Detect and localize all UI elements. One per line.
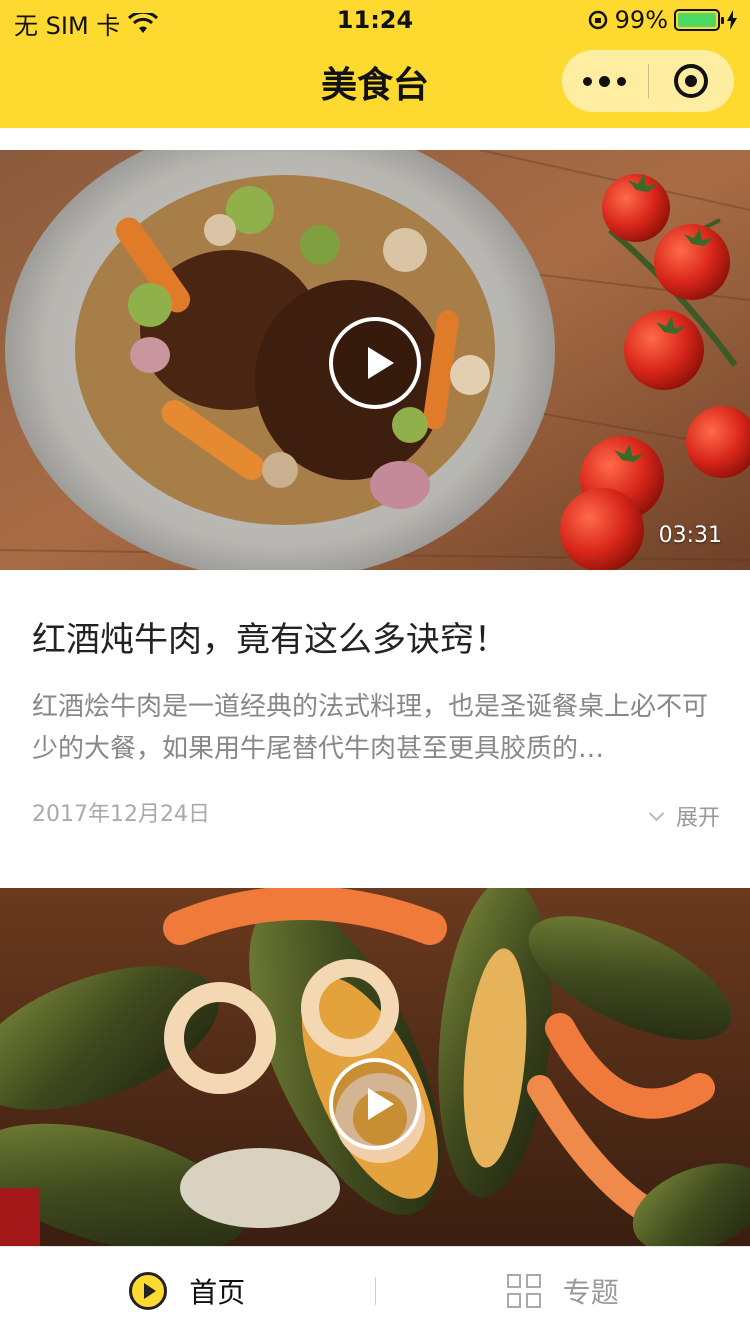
video-duration: 03:31 [658, 523, 722, 548]
card-gap [0, 850, 750, 888]
tab-topics[interactable]: 专题 [376, 1247, 750, 1334]
more-dot-icon [583, 76, 593, 86]
grid-icon [506, 1273, 541, 1308]
chevron-down-icon [648, 805, 665, 821]
video-thumbnail[interactable] [0, 888, 750, 1246]
play-icon[interactable] [329, 317, 421, 409]
tab-topics-label: 专题 [562, 1275, 619, 1309]
more-dot-icon [599, 75, 611, 87]
more-button[interactable] [562, 75, 648, 87]
article-description: 红酒烩牛肉是一道经典的法式料理，也是圣诞餐桌上必不可少的大餐，如果用牛尾替代牛肉… [32, 692, 709, 764]
play-circle-icon [129, 1271, 168, 1310]
top-bar: 无 SIM 卡 11:24 99% 美食台 [0, 0, 750, 128]
expand-label: 展开 [675, 806, 720, 831]
tab-home[interactable]: 首页 [0, 1247, 375, 1334]
status-bar: 无 SIM 卡 11:24 99% [0, 0, 750, 40]
battery-fill [678, 13, 716, 27]
expand-button[interactable]: 展开 [648, 800, 720, 832]
charging-icon [727, 10, 737, 30]
article-date: 2017年12月24日 [32, 802, 210, 827]
miniprogram-capsule [562, 50, 734, 112]
play-icon[interactable] [329, 1058, 421, 1150]
battery-icon [674, 9, 724, 31]
video-thumbnail[interactable]: 03:31 [0, 150, 750, 570]
bottom-tab-bar: 首页 专题 [0, 1246, 750, 1334]
status-right: 99% [587, 6, 738, 34]
target-icon [674, 64, 709, 98]
battery-percent: 99% [614, 6, 668, 34]
close-button[interactable] [649, 64, 735, 98]
more-dot-icon [617, 76, 627, 86]
tab-home-label: 首页 [189, 1275, 246, 1309]
orientation-lock-icon [588, 10, 607, 30]
article-title[interactable]: 红酒炖牛肉，竟有这么多诀窍！ [32, 612, 508, 661]
